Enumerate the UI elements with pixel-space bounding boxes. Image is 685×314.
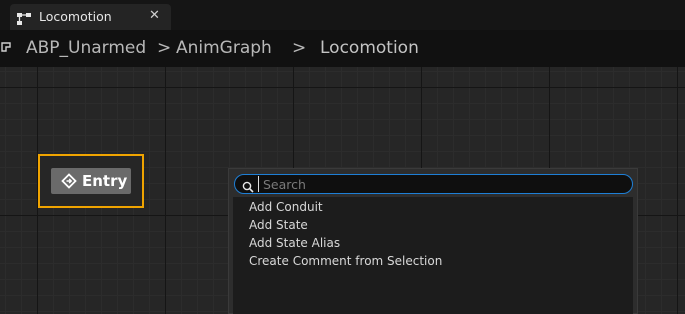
search-icon — [242, 178, 254, 193]
tab-locomotion[interactable]: Locomotion ✕ — [10, 4, 171, 30]
breadcrumb-item-abp-unarmed[interactable]: ABP_Unarmed — [26, 38, 146, 58]
search-input[interactable] — [258, 176, 618, 192]
menu-item-add-conduit[interactable]: Add Conduit — [249, 199, 323, 215]
breadcrumb: ABP_Unarmed > AnimGraph > Locomotion — [0, 30, 685, 67]
breadcrumb-item-animgraph[interactable]: AnimGraph — [176, 38, 272, 58]
search-box[interactable] — [234, 174, 633, 194]
entry-node-body[interactable]: Entry — [51, 168, 131, 194]
entry-node[interactable]: Entry — [38, 154, 144, 208]
close-icon[interactable]: ✕ — [149, 8, 160, 24]
breadcrumb-separator: > — [292, 38, 307, 58]
menu-item-add-state-alias[interactable]: Add State Alias — [249, 235, 340, 251]
tab-bar: Locomotion ✕ — [0, 0, 685, 30]
state-machine-icon — [17, 10, 31, 25]
context-menu: Add Conduit Add State Add State Alias Cr… — [228, 168, 638, 314]
entry-node-label: Entry — [82, 172, 128, 190]
graph-type-icon — [0, 38, 12, 52]
menu-item-create-comment[interactable]: Create Comment from Selection — [249, 253, 442, 269]
breadcrumb-separator: > — [157, 38, 172, 58]
action-list: Add Conduit Add State Add State Alias Cr… — [233, 197, 633, 314]
tab-title: Locomotion — [39, 9, 112, 24]
entry-diamond-icon — [61, 173, 77, 189]
menu-item-add-state[interactable]: Add State — [249, 217, 308, 233]
breadcrumb-item-locomotion[interactable]: Locomotion — [320, 38, 419, 58]
animation-graph-editor: Locomotion ✕ ABP_Unarmed > AnimGraph > L… — [0, 0, 685, 314]
